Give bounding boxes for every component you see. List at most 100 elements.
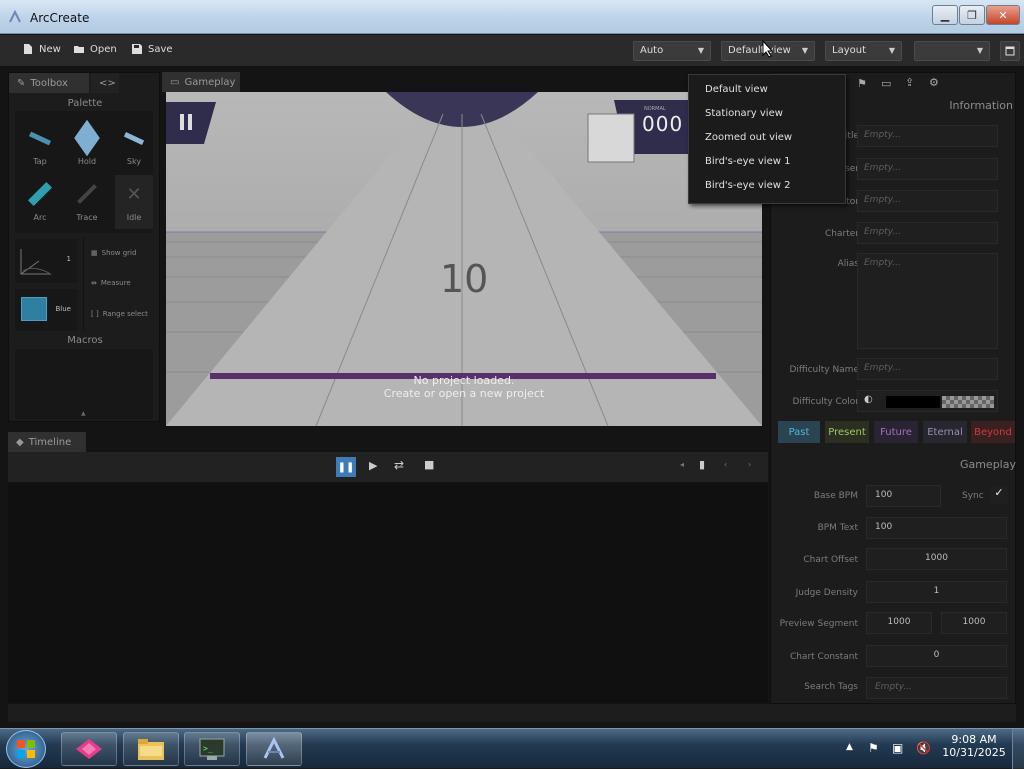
bpm-text-field[interactable]: 100 xyxy=(866,517,1007,539)
chart-constant-field[interactable]: 0 xyxy=(866,645,1007,667)
dropdown-arrow-icon: ▼ xyxy=(888,46,895,55)
clock[interactable]: 9:08 AM 10/31/2025 xyxy=(940,733,1008,759)
taskbar-app-terminal[interactable]: >_ xyxy=(184,732,240,766)
difficulty-past-button[interactable]: Past xyxy=(778,421,820,443)
save-button[interactable]: Save xyxy=(131,43,173,55)
color-toggle[interactable]: Blue xyxy=(15,289,77,331)
tool-tap[interactable]: Tap xyxy=(25,123,55,166)
tool-label: Sky xyxy=(126,157,142,166)
tap-note-icon xyxy=(28,131,52,145)
minimize-button[interactable]: ▁ xyxy=(932,5,958,25)
new-button[interactable]: New xyxy=(22,43,61,55)
difficulty-eternal-button[interactable]: Eternal xyxy=(923,421,967,443)
judge-density-field[interactable]: 1 xyxy=(866,581,1007,603)
status-bar xyxy=(8,704,1016,722)
difficulty-color-picker[interactable]: ◐ xyxy=(857,390,998,412)
pause-icon[interactable] xyxy=(178,112,196,132)
stop-icon[interactable]: ■ xyxy=(424,458,434,471)
forward-icon[interactable]: › xyxy=(748,460,751,469)
tool-idle[interactable]: ✕ Idle xyxy=(115,175,153,229)
panel-toggle-button[interactable] xyxy=(1000,41,1020,61)
chart-offset-label: Chart Offset xyxy=(803,555,858,565)
taskbar-app-arccreate[interactable] xyxy=(246,732,302,766)
upload-icon[interactable]: ⇪ xyxy=(905,76,914,89)
menu-item-stationary-view[interactable]: Stationary view xyxy=(705,108,783,119)
loop-icon[interactable]: ⇄ xyxy=(394,458,404,472)
taskbar-app-arcaea[interactable] xyxy=(61,732,117,766)
preview-start-field[interactable]: 1000 xyxy=(866,612,932,634)
idle-x-icon: ✕ xyxy=(126,183,142,205)
mode-dropdown[interactable]: Auto ▼ xyxy=(633,41,711,61)
alias-field[interactable]: Empty... xyxy=(857,253,998,349)
preview-end-field[interactable]: 1000 xyxy=(941,612,1007,634)
screen-icon[interactable]: ▭ xyxy=(881,77,891,90)
tool-hold[interactable]: Hold xyxy=(72,119,102,166)
settings-gear-icon[interactable]: ⚙ xyxy=(929,76,939,89)
palette-icon: ◐ xyxy=(864,394,873,405)
menu-item-default-view[interactable]: Default view xyxy=(705,84,768,95)
chart-constant-label: Chart Constant xyxy=(789,652,858,662)
search-tags-label: Search Tags xyxy=(804,682,858,692)
search-tags-field[interactable]: Empty... xyxy=(866,677,1007,699)
close-button[interactable]: ✕ xyxy=(986,5,1020,25)
extra-dropdown[interactable]: ▼ xyxy=(914,41,990,61)
arccreate-icon xyxy=(263,736,285,759)
taskbar-app-explorer[interactable] xyxy=(123,732,179,766)
flag-icon[interactable]: ⚑ xyxy=(857,77,867,90)
trace-note-icon xyxy=(77,184,97,204)
clock-time: 9:08 AM xyxy=(951,733,997,746)
tool-trace[interactable]: Trace xyxy=(72,179,102,222)
bookmark-icon[interactable]: ▮ xyxy=(699,458,705,471)
tab-code[interactable]: <> xyxy=(91,73,119,93)
layout-value: Layout xyxy=(832,45,866,56)
windows-logo-icon xyxy=(17,740,35,758)
composer-field[interactable]: Empty... xyxy=(857,158,998,180)
macros-list[interactable]: ▲ xyxy=(15,349,153,419)
base-bpm-field[interactable]: 100 xyxy=(866,485,941,507)
difficulty-name-label: Difficulty Name xyxy=(789,365,859,375)
network-icon[interactable]: ▣ xyxy=(892,741,903,755)
open-button[interactable]: Open xyxy=(73,43,117,55)
title-field[interactable]: Empty... xyxy=(857,125,998,147)
gameplay-viewport[interactable]: NORMAL 000 10 No project loaded. Create … xyxy=(166,92,762,426)
restore-icon: ❐ xyxy=(967,8,977,22)
start-button[interactable] xyxy=(6,730,46,768)
action-center-icon[interactable]: ⚑ xyxy=(868,741,879,755)
menu-item-birds-eye-view-1[interactable]: Bird's-eye view 1 xyxy=(705,156,790,167)
chart-offset-field[interactable]: 1000 xyxy=(866,548,1007,570)
show-desktop-button[interactable] xyxy=(1012,729,1024,769)
layout-dropdown[interactable]: Layout ▼ xyxy=(825,41,902,61)
alias-label: Alias xyxy=(837,259,859,269)
judge-density-label: Judge Density xyxy=(795,588,858,598)
tool-arc[interactable]: Arc xyxy=(25,179,55,222)
prev-icon[interactable]: ◂ xyxy=(680,460,684,469)
maximize-button[interactable]: ❐ xyxy=(959,5,985,25)
scroll-up-icon[interactable]: ▲ xyxy=(81,410,86,417)
preview-segment-label: Preview Segment xyxy=(779,619,858,629)
charter-label: Charter xyxy=(825,229,859,239)
palette-grid: Tap Hold Sky Arc Trace ✕ Idle xyxy=(15,111,153,233)
back-icon[interactable]: ‹ xyxy=(724,460,727,469)
tab-timeline[interactable]: ◆ Timeline xyxy=(8,432,86,452)
play-icon[interactable]: ▶ xyxy=(369,459,377,472)
tool-label: Tap xyxy=(33,157,47,166)
tab-gameplay[interactable]: ▭ Gameplay xyxy=(162,72,240,92)
misc-divider xyxy=(83,237,153,331)
show-hidden-icons[interactable]: ▲ xyxy=(846,742,853,752)
illustrator-field[interactable]: Empty... xyxy=(857,190,998,212)
arc-note-icon xyxy=(27,181,53,207)
pause-button[interactable]: ❚❚ xyxy=(336,457,356,477)
difficulty-beyond-button[interactable]: Beyond xyxy=(971,421,1015,443)
axis-toggle[interactable]: 1 xyxy=(15,239,77,283)
difficulty-future-button[interactable]: Future xyxy=(874,421,918,443)
volume-muted-icon[interactable]: 🔇 xyxy=(916,741,931,755)
menu-item-birds-eye-view-2[interactable]: Bird's-eye view 2 xyxy=(705,180,790,191)
difficulty-present-button[interactable]: Present xyxy=(825,421,869,443)
sync-checkbox[interactable]: ✓ xyxy=(990,486,1008,504)
difficulty-name-field[interactable]: Empty... xyxy=(857,358,998,380)
timeline-area[interactable] xyxy=(8,483,768,703)
menu-item-zoomed-out-view[interactable]: Zoomed out view xyxy=(705,132,792,143)
tab-toolbox[interactable]: ✎ Toolbox xyxy=(9,73,89,93)
tool-sky[interactable]: Sky xyxy=(119,123,149,166)
charter-field[interactable]: Empty... xyxy=(857,222,998,244)
